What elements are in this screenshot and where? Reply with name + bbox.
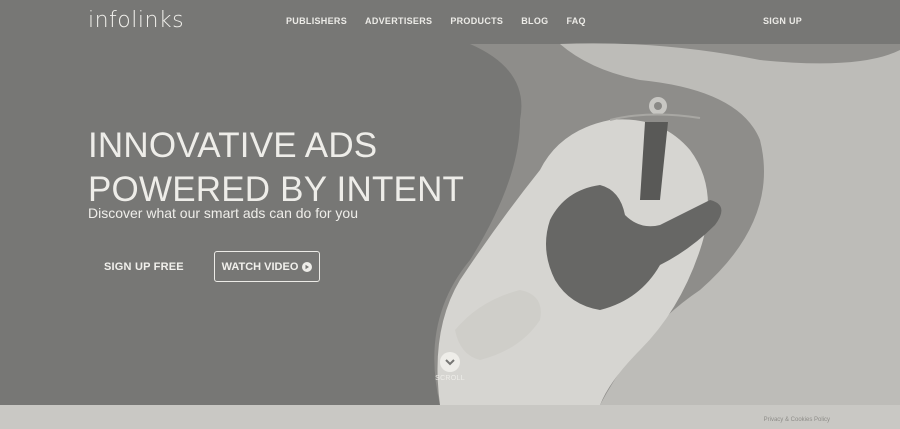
hero-headline: INNOVATIVE ADS POWERED BY INTENT	[88, 124, 464, 212]
headline-line-2: POWERED BY INTENT	[88, 170, 465, 209]
watch-video-button[interactable]: WATCH VIDEO	[214, 251, 320, 282]
nav-links: PUBLISHERS ADVERTISERS PRODUCTS BLOG FAQ	[286, 16, 604, 26]
headline-line-1: INNOVATIVE ADS	[88, 126, 378, 165]
signup-link[interactable]: SIGN UP	[763, 16, 802, 26]
watch-video-label: WATCH VIDEO	[221, 260, 299, 273]
nav-item-advertisers[interactable]: ADVERTISERS	[365, 16, 432, 26]
privacy-policy-link[interactable]: Privacy & Cookies Policy	[764, 417, 830, 423]
chevron-down-circle-icon	[440, 352, 460, 372]
hero-subtitle: Discover what our smart ads can do for y…	[88, 205, 359, 221]
top-nav: infolinks PUBLISHERS ADVERTISERS PRODUCT…	[0, 0, 900, 44]
infolinks-logo[interactable]: infolinks	[88, 8, 184, 33]
scroll-button[interactable]: SCROLL	[432, 352, 468, 382]
nav-item-faq[interactable]: FAQ	[566, 16, 585, 26]
scroll-label: SCROLL	[435, 375, 465, 382]
nav-item-publishers[interactable]: PUBLISHERS	[286, 16, 347, 26]
signup-free-button[interactable]: SIGN UP FREE	[104, 261, 184, 273]
footer-bar: Privacy & Cookies Policy	[0, 405, 900, 429]
play-circle-icon	[302, 261, 313, 272]
hero-section: infolinks PUBLISHERS ADVERTISERS PRODUCT…	[0, 0, 900, 405]
nav-item-products[interactable]: PRODUCTS	[450, 16, 503, 26]
nav-item-blog[interactable]: BLOG	[521, 16, 548, 26]
